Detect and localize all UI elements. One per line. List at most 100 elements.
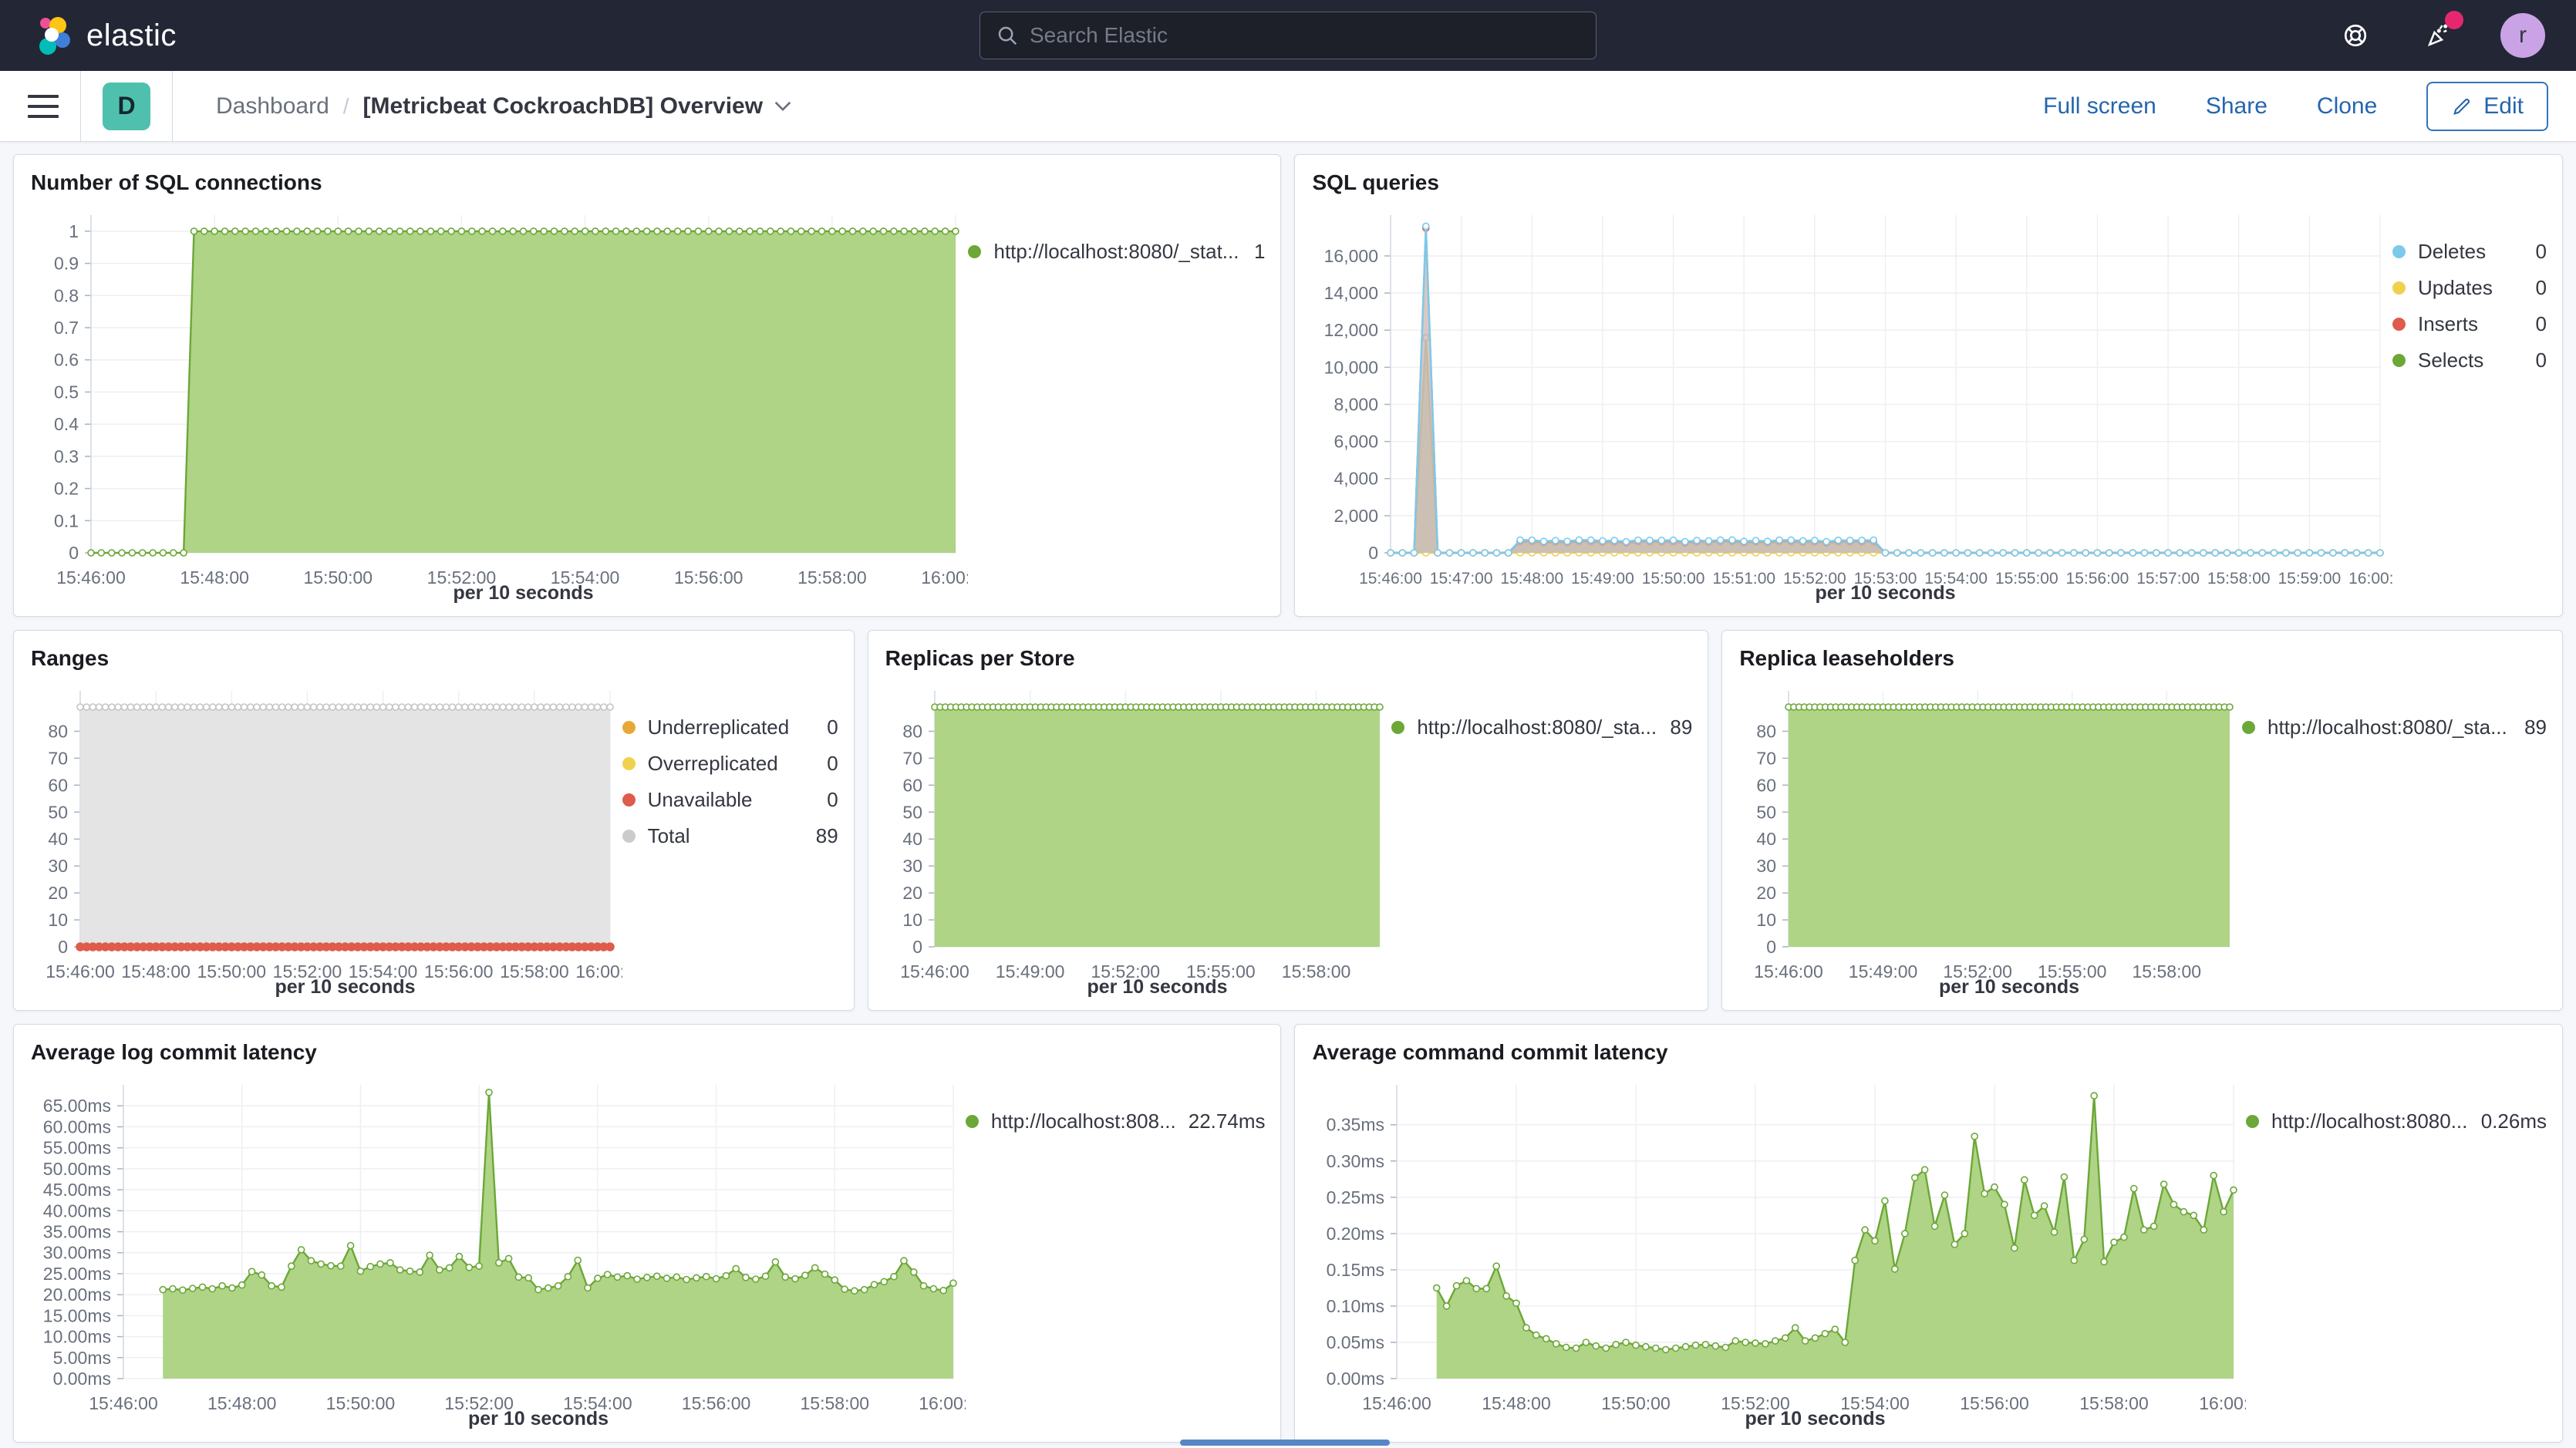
svg-text:16,000: 16,000 [1324,246,1378,266]
search-input[interactable] [1030,23,1580,48]
chart-svg[interactable]: 0.00ms5.00ms10.00ms15.00ms20.00ms25.00ms… [29,1073,966,1434]
svg-text:40: 40 [902,829,922,849]
legend-series-value: 22.74ms [1189,1110,1266,1133]
svg-text:0: 0 [1369,543,1379,563]
svg-text:15:50:00: 15:50:00 [197,961,267,982]
svg-text:15:47:00: 15:47:00 [1430,570,1493,588]
chart-avg-log-commit-latency[interactable]: 0.00ms5.00ms10.00ms15.00ms20.00ms25.00ms… [29,1073,966,1434]
svg-text:15:46:00: 15:46:00 [89,1393,158,1413]
page-title[interactable]: [Metricbeat CockroachDB] Overview [363,93,793,120]
legend-series-dot [2242,721,2255,734]
chart-legend: Underreplicated0Overreplicated0Unavailab… [622,679,838,1002]
legend-series-label[interactable]: http://localhost:808... [991,1110,1176,1133]
svg-text:0.2: 0.2 [54,479,79,499]
legend-series-dot [2392,354,2406,367]
help-button[interactable] [2334,14,2377,57]
horizontal-scrollbar-thumb[interactable] [1180,1440,1390,1446]
legend-item: Inserts 0 [2392,312,2547,336]
legend-series-label[interactable]: http://localhost:8080/_stat... [993,240,1242,264]
svg-text:10.00ms: 10.00ms [43,1327,111,1347]
svg-text:30: 30 [1757,856,1777,876]
elastic-logo[interactable]: elastic [31,14,177,57]
chart-avg-command-commit-latency[interactable]: 0.00ms0.05ms0.10ms0.15ms0.20ms0.25ms0.30… [1310,1073,2246,1434]
svg-text:45.00ms: 45.00ms [43,1180,111,1200]
legend-series-label[interactable]: Deletes [2418,240,2524,264]
svg-text:14,000: 14,000 [1324,283,1378,303]
chart-sql-connections[interactable]: 00.10.20.30.40.50.60.70.80.9115:46:0015:… [29,203,968,608]
panel-avg-command-commit-latency: Average command commit latency 0.00ms0.0… [1294,1024,2563,1443]
legend-series-dot [968,245,981,258]
chart-legend: http://localhost:8080/_stat...1 [968,203,1265,608]
svg-text:16:00:00: 16:00:00 [919,1393,966,1413]
legend-series-dot [1391,721,1404,734]
breadcrumb-dashboard-link[interactable]: Dashboard [216,93,329,120]
legend-series-dot [622,793,636,807]
space-initial: D [117,92,135,120]
svg-text:30.00ms: 30.00ms [43,1243,111,1263]
svg-text:0.4: 0.4 [54,414,79,434]
newsfeed-button[interactable] [2417,14,2460,57]
toolbar-divider [80,71,81,142]
edit-button[interactable]: Edit [2426,82,2548,131]
chart-legend: http://localhost:8080/_sta...89 [1391,679,1692,1002]
svg-text:10,000: 10,000 [1324,357,1378,377]
svg-text:80: 80 [48,721,68,741]
svg-text:15:58:00: 15:58:00 [797,567,867,588]
legend-item: Unavailable 0 [622,788,838,812]
legend-series-dot [622,721,636,734]
svg-text:70: 70 [902,748,922,768]
user-avatar[interactable]: r [2500,13,2545,58]
legend-series-value: 89 [2524,716,2547,739]
chart-svg[interactable]: 00.10.20.30.40.50.60.70.80.9115:46:0015:… [29,203,968,608]
legend-series-label[interactable]: Overreplicated [648,752,815,776]
legend-series-label[interactable]: http://localhost:8080/_sta... [2267,716,2512,739]
svg-text:6,000: 6,000 [1334,432,1379,452]
clone-link[interactable]: Clone [2317,93,2377,120]
legend-series-label[interactable]: Unavailable [648,788,815,812]
svg-text:40: 40 [48,829,68,849]
legend-series-value: 0 [827,788,838,812]
chart-sql-queries[interactable]: 02,0004,0006,0008,00010,00012,00014,0001… [1310,203,2392,608]
legend-series-label[interactable]: http://localhost:8080... [2271,1110,2469,1133]
chart-replicas-per-store[interactable]: 0102030405060708015:46:0015:49:0015:52:0… [884,679,1392,1002]
legend-series-label[interactable]: Updates [2418,276,2524,300]
svg-text:15:46:00: 15:46:00 [1363,1393,1432,1413]
panel-title: Ranges [29,643,838,679]
chart-replica-leaseholders[interactable]: 0102030405060708015:46:0015:49:0015:52:0… [1738,679,2242,1002]
legend-series-value: 0 [2536,312,2547,336]
svg-text:60: 60 [1757,775,1777,795]
chart-svg[interactable]: 0102030405060708015:46:0015:49:0015:52:0… [884,679,1392,1002]
svg-text:10: 10 [902,910,922,930]
svg-text:15:49:00: 15:49:00 [996,961,1065,982]
svg-text:25.00ms: 25.00ms [43,1264,111,1284]
svg-text:0.5: 0.5 [54,382,79,402]
legend-series-label[interactable]: Selects [2418,349,2524,372]
legend-series-value: 89 [816,824,838,848]
global-search[interactable] [979,12,1597,59]
legend-series-label[interactable]: Underreplicated [648,716,815,739]
svg-text:0.20ms: 0.20ms [1327,1224,1384,1244]
svg-text:0.35ms: 0.35ms [1327,1115,1384,1135]
chart-svg[interactable]: 0102030405060708015:46:0015:48:0015:50:0… [29,679,622,1002]
svg-text:per 10 seconds: per 10 seconds [1816,582,1956,604]
svg-text:0.8: 0.8 [54,285,79,305]
svg-text:0: 0 [69,543,79,563]
legend-series-label[interactable]: Inserts [2418,312,2524,336]
chart-svg[interactable]: 02,0004,0006,0008,00010,00012,00014,0001… [1310,203,2392,608]
full-screen-link[interactable]: Full screen [2043,93,2156,120]
legend-series-dot [2392,245,2406,258]
legend-series-label[interactable]: http://localhost:8080/_sta... [1417,716,1657,739]
chart-svg[interactable]: 0.00ms0.05ms0.10ms0.15ms0.20ms0.25ms0.30… [1310,1073,2246,1434]
legend-series-label[interactable]: Total [648,824,804,848]
svg-text:0.05ms: 0.05ms [1327,1332,1384,1352]
legend-item: Deletes0 [2392,240,2547,264]
svg-text:4,000: 4,000 [1334,469,1379,489]
svg-text:0: 0 [912,937,922,957]
legend-series-value: 0.26ms [2481,1110,2547,1133]
share-link[interactable]: Share [2206,93,2267,120]
svg-text:15:48:00: 15:48:00 [180,567,249,588]
nav-menu-button[interactable] [28,95,59,118]
chart-svg[interactable]: 0102030405060708015:46:0015:49:0015:52:0… [1738,679,2242,1002]
chart-ranges[interactable]: 0102030405060708015:46:0015:48:0015:50:0… [29,679,622,1002]
space-badge[interactable]: D [103,83,150,130]
